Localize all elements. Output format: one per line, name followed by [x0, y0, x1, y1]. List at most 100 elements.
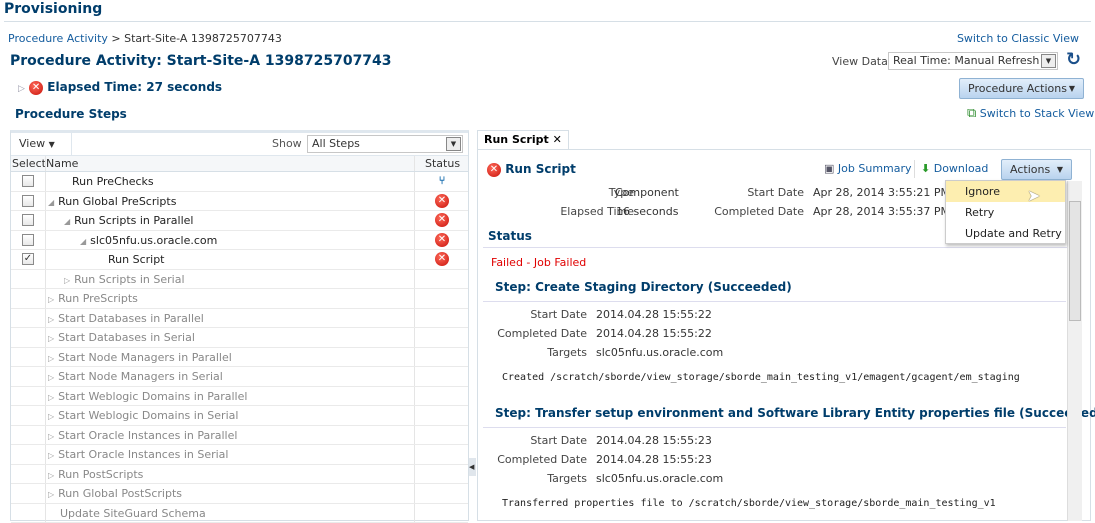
table-row[interactable]: ▷ Start Node Managers in Serial [11, 367, 468, 387]
expand-icon[interactable]: ▷ [48, 315, 54, 324]
table-row[interactable]: Run PreChecks⑂ [11, 172, 468, 192]
procedure-actions-button[interactable]: Procedure Actions▼ [959, 78, 1084, 99]
table-row[interactable]: ▷ Start Oracle Instances in Parallel [11, 426, 468, 446]
step-name[interactable]: Start Node Managers in Parallel [58, 351, 232, 364]
step-name[interactable]: Run Scripts in Serial [74, 273, 184, 286]
expand-icon[interactable]: ▷ [48, 373, 54, 382]
table-row[interactable]: ▷ Run Global PostScripts [11, 484, 468, 504]
view-data-select[interactable]: Real Time: Manual Refresh▼ [888, 52, 1058, 70]
expand-icon[interactable]: ▷ [48, 295, 54, 304]
step-name[interactable]: Start Weblogic Domains in Parallel [58, 390, 247, 403]
show-select[interactable]: All Steps▼ [307, 135, 463, 153]
view-menu[interactable]: View ▼ [19, 137, 55, 150]
step-name[interactable]: Run Scripts in Parallel [74, 214, 193, 227]
elapsed-label: Elapsed Time [488, 205, 634, 218]
error-icon: ✕ [435, 233, 449, 247]
actions-label: Actions [1010, 163, 1050, 176]
row-status [414, 465, 469, 484]
table-row[interactable]: ▷ Start Databases in Serial [11, 328, 468, 348]
expand-icon[interactable]: ▷ [48, 432, 54, 441]
expand-icon[interactable]: ▷ [64, 276, 70, 285]
step-name[interactable]: Start Oracle Instances in Parallel [58, 429, 237, 442]
step-completed-label: Completed Date [488, 453, 587, 466]
status-heading: Status [488, 229, 532, 243]
table-row[interactable]: ▷ Run PreScripts [11, 289, 468, 309]
step-name[interactable]: Run Global PostScripts [58, 487, 182, 500]
table-row[interactable]: ▷ Run Scripts in Serial [11, 270, 468, 290]
expand-icon[interactable]: ▷ [48, 471, 54, 480]
step-name[interactable]: Run Script [108, 253, 165, 266]
col-status: Status [425, 157, 460, 170]
step-name[interactable]: Run PostScripts [58, 468, 143, 481]
error-icon: ✕ [29, 81, 43, 95]
tab-run-script[interactable]: Run Script ✕ [477, 130, 569, 150]
splitter-collapse-handle[interactable]: ◀ [469, 458, 476, 476]
switch-stack-view-link[interactable]: Switch to Stack View [980, 107, 1094, 120]
detail-scrollbar[interactable] [1067, 181, 1082, 521]
step-output: Created /scratch/sborde/view_storage/sbo… [502, 372, 1067, 383]
step-start: 2014.04.28 15:55:22 [596, 308, 712, 321]
row-status: ✕ [414, 250, 469, 269]
table-row[interactable]: ▷ Run PostScripts [11, 465, 468, 485]
row-checkbox[interactable] [22, 234, 34, 246]
step-title: Step: Create Staging Directory (Succeede… [495, 280, 792, 294]
expand-icon[interactable]: ▷ [48, 412, 54, 421]
menu-item-retry[interactable]: Retry [946, 202, 1065, 223]
refresh-icon[interactable]: ↻ [1066, 49, 1081, 70]
step-name[interactable]: Start Oracle Instances in Serial [58, 448, 228, 461]
table-row[interactable]: ✓ Run Script ✕ [11, 250, 468, 270]
step-name[interactable]: slc05nfu.us.oracle.com [90, 234, 217, 247]
step-name[interactable]: Run Global PreScripts [58, 195, 176, 208]
download-button[interactable]: ⬇ Download [921, 162, 988, 175]
table-row[interactable]: ▷ Start Weblogic Domains in Parallel [11, 387, 468, 407]
row-checkbox[interactable] [22, 175, 34, 187]
expand-icon[interactable]: ▷ [48, 451, 54, 460]
row-checkbox[interactable] [22, 195, 34, 207]
row-status [414, 289, 469, 308]
switch-classic-view-link[interactable]: Switch to Classic View [957, 32, 1079, 45]
expand-icon[interactable]: ▷ [18, 84, 25, 94]
collapse-icon[interactable]: ◢ [80, 237, 86, 246]
table-row[interactable]: ◢Run Scripts in Parallel✕ [11, 211, 468, 231]
table-row[interactable]: ◢ Run Global PreScripts ✕ [11, 192, 468, 212]
table-row[interactable]: Update SiteGuard Schema [11, 504, 468, 523]
show-label: Show [272, 137, 302, 150]
row-status [414, 504, 469, 523]
menu-item-ignore[interactable]: Ignore [946, 181, 1065, 202]
close-icon[interactable]: ✕ [553, 133, 562, 146]
step-targets: slc05nfu.us.oracle.com [596, 472, 723, 485]
job-summary-button[interactable]: ▣ Job Summary [824, 162, 912, 175]
step-name[interactable]: Update SiteGuard Schema [60, 507, 206, 520]
step-name[interactable]: Run PreChecks [72, 175, 154, 188]
table-row[interactable]: ◢ slc05nfu.us.oracle.com ✕ [11, 231, 468, 251]
menu-item-update-and-retry[interactable]: Update and Retry [946, 223, 1065, 244]
step-name[interactable]: Start Databases in Serial [58, 331, 195, 344]
collapse-icon[interactable]: ◢ [64, 217, 70, 226]
row-checkbox[interactable] [22, 214, 34, 226]
table-row[interactable]: ▷ Start Node Managers in Parallel [11, 348, 468, 368]
breadcrumb-sep: > [108, 32, 124, 45]
actions-button[interactable]: Actions▼ [1001, 159, 1072, 180]
step-name[interactable]: Start Weblogic Domains in Serial [58, 409, 238, 422]
completed-date-label: Completed Date [678, 205, 804, 218]
breadcrumb: Procedure Activity > Start-Site-A 139872… [8, 32, 282, 45]
table-row[interactable]: ▷ Start Databases in Parallel [11, 309, 468, 329]
start-date-label: Start Date [678, 186, 804, 199]
step-name[interactable]: Start Databases in Parallel [58, 312, 204, 325]
table-row[interactable]: ▷ Start Oracle Instances in Serial [11, 445, 468, 465]
expand-icon[interactable]: ▷ [48, 334, 54, 343]
error-icon: ✕ [435, 194, 449, 208]
step-name[interactable]: Start Node Managers in Serial [58, 370, 223, 383]
table-row[interactable]: ▷ Start Weblogic Domains in Serial [11, 406, 468, 426]
switch-stack-view[interactable]: ⧉ Switch to Stack View [967, 106, 1094, 121]
expand-icon[interactable]: ▷ [48, 393, 54, 402]
elapsed-text: Elapsed Time: 27 seconds [47, 80, 222, 94]
breadcrumb-link[interactable]: Procedure Activity [8, 32, 108, 45]
row-checkbox[interactable]: ✓ [22, 253, 34, 265]
step-name[interactable]: Run PreScripts [58, 292, 138, 305]
collapse-icon[interactable]: ◢ [48, 198, 54, 207]
row-status [414, 367, 469, 386]
col-name[interactable]: Name [46, 157, 78, 170]
expand-icon[interactable]: ▷ [48, 490, 54, 499]
expand-icon[interactable]: ▷ [48, 354, 54, 363]
